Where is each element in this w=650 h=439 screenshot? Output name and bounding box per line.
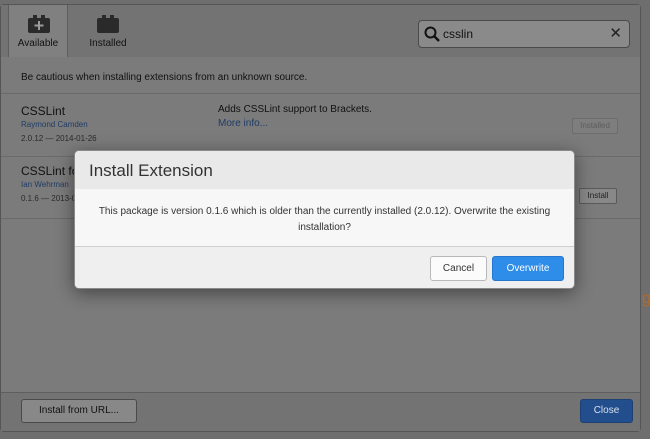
editor-text-fragment: g — [642, 290, 650, 307]
warning-text: Be cautious when installing extensions f… — [21, 72, 308, 83]
extension-title: CSSLint fo — [21, 164, 79, 178]
add-extension-icon — [28, 15, 50, 33]
install-from-url-button[interactable]: Install from URL... — [21, 399, 137, 423]
extension-description: Adds CSSLint support to Brackets. — [218, 104, 372, 115]
extension-meta: 2.0.12 — 2014-01-26 — [21, 134, 97, 143]
tab-label: Installed — [89, 38, 127, 49]
extension-author-link[interactable]: Ian Wehrman — [21, 180, 69, 189]
cancel-button[interactable]: Cancel — [430, 256, 487, 281]
extension-manager-footer: Install from URL... Close — [1, 392, 640, 431]
tab-installed[interactable]: Installed — [78, 5, 138, 57]
install-extension-modal: Install Extension This package is versio… — [74, 150, 575, 289]
search-value: csslin — [443, 27, 474, 41]
modal-title: Install Extension — [89, 161, 213, 180]
modal-message: This package is version 0.1.6 which is o… — [98, 206, 551, 233]
extension-title: CSSLint — [21, 104, 66, 118]
extension-manager-header: Available Installed csslin ✕ — [1, 5, 640, 58]
extension-meta: 0.1.6 — 2013-0 — [21, 194, 77, 203]
overwrite-button[interactable]: Overwrite — [492, 256, 564, 281]
warning-banner: Be cautious when installing extensions f… — [1, 57, 640, 94]
tab-label: Available — [17, 38, 59, 49]
list-item: CSSLint Raymond Camden 2.0.12 — 2014-01-… — [1, 94, 640, 157]
modal-body: This package is version 0.1.6 which is o… — [75, 189, 574, 247]
close-button[interactable]: Close — [580, 399, 633, 423]
search-icon — [424, 26, 440, 42]
modal-header: Install Extension — [75, 151, 574, 190]
tab-available[interactable]: Available — [8, 5, 68, 57]
installed-extensions-icon — [97, 15, 119, 33]
close-icon[interactable]: ✕ — [609, 24, 622, 42]
extension-author-link[interactable]: Raymond Camden — [21, 120, 88, 129]
search-input[interactable]: csslin ✕ — [418, 20, 630, 48]
modal-footer: Cancel Overwrite — [75, 247, 574, 288]
installed-button: Installed — [572, 118, 618, 134]
more-info-link[interactable]: More info... — [218, 118, 268, 129]
install-button[interactable]: Install — [579, 188, 617, 204]
